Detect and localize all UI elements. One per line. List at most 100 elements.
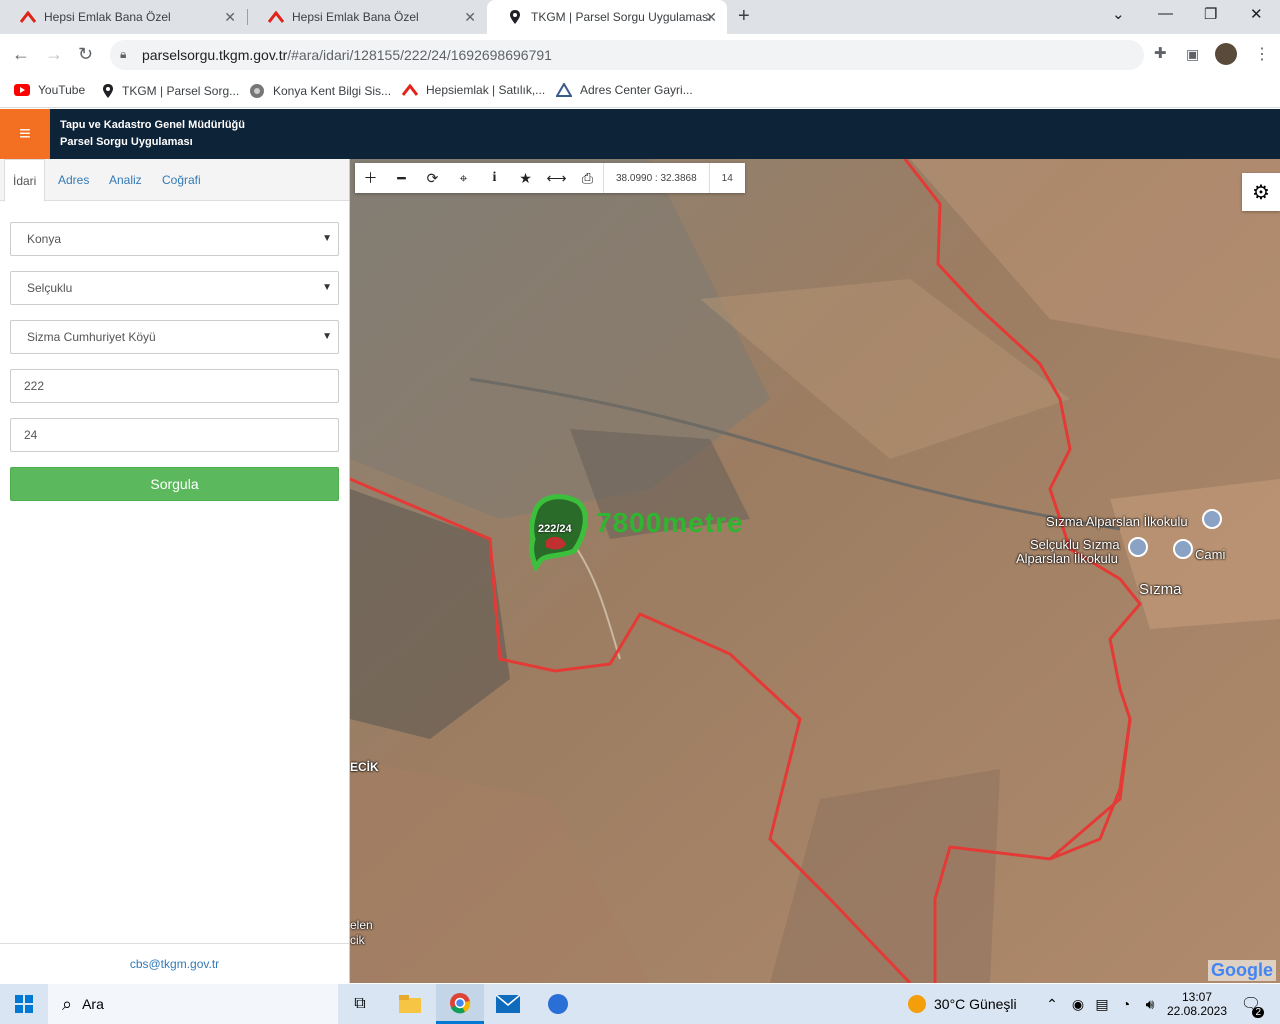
volume-icon[interactable]: 🔊︎ [1140, 984, 1160, 1024]
zoom-in-icon[interactable]: ＋ [355, 163, 386, 193]
hamburger-menu-icon[interactable]: ≡ [0, 109, 50, 159]
new-tab-icon[interactable]: + [738, 5, 750, 28]
app-header: ≡ Tapu ve Kadastro Genel Müdürlüğü Parse… [0, 109, 1280, 159]
reload-icon[interactable]: ↻ [78, 44, 93, 65]
weather-sun-icon [906, 984, 928, 1024]
browser-tab-2[interactable]: Hepsi Emlak Bana Özel ✕ [248, 0, 486, 34]
back-icon[interactable]: ← [12, 44, 30, 65]
close-window-icon[interactable]: ✕ [1250, 5, 1263, 23]
il-select[interactable]: Konya ▼ [10, 222, 339, 256]
chrome-icon[interactable] [436, 984, 484, 1024]
weather-text[interactable]: 30°C Güneşli [934, 984, 1034, 1024]
info-icon[interactable]: i [479, 163, 510, 193]
task-view-icon[interactable]: ⧉ [340, 984, 380, 1024]
location-pin-icon [102, 83, 114, 99]
location-pin-icon [507, 9, 523, 25]
mahalle-value: Sizma Cumhuriyet Köyü [27, 330, 156, 344]
app-title-line2: Parsel Sorgu Uygulaması [60, 136, 193, 148]
bookmark-label: YouTube [38, 83, 86, 97]
wifi-icon[interactable]: ◔ [1116, 984, 1136, 1024]
tab-adres[interactable]: Adres [50, 159, 97, 201]
watermark-text: 7800metre [596, 507, 744, 538]
tab-title: TKGM | Parsel Sorgu Uygulaması [531, 10, 712, 24]
close-tab-icon[interactable]: ✕ [224, 9, 236, 26]
gear-icon[interactable]: ⚙ [1242, 173, 1280, 211]
app-globe-icon[interactable] [536, 984, 580, 1024]
map-label-school1: Sızma Alparslan İlkokulu [1046, 514, 1188, 529]
footer-email-link[interactable]: cbs@tkgm.gov.tr [0, 943, 349, 983]
map-label-elen: elen [350, 918, 373, 932]
locate-icon[interactable]: ⌖ [448, 163, 479, 193]
extensions-icon[interactable]: ✚ [1154, 44, 1167, 62]
search-placeholder: Ara [82, 996, 104, 1012]
file-explorer-icon[interactable] [388, 984, 432, 1024]
close-tab-icon[interactable]: ✕ [464, 9, 476, 26]
zoom-level: 14 [708, 163, 745, 193]
lock-icon[interactable]: 🔒︎ [120, 47, 126, 62]
bookmark-hepsiemlak[interactable]: Hepsiemlak | Satılık,... [402, 83, 545, 97]
avatar[interactable] [1215, 43, 1237, 65]
parsel-input[interactable]: 24 [10, 418, 339, 452]
forward-icon[interactable]: → [45, 44, 63, 65]
browser-tab-3-active[interactable]: TKGM | Parsel Sorgu Uygulaması ✕ [487, 0, 727, 34]
tab-title: Hepsi Emlak Bana Özel [44, 10, 171, 24]
il-value: Konya [27, 232, 62, 246]
tab-cografi[interactable]: Coğrafi [154, 159, 209, 201]
measure-icon[interactable]: ⟷ [541, 163, 572, 193]
ilce-value: Selçuklu [27, 281, 73, 295]
tab-search-icon[interactable]: ⌄ [1112, 5, 1125, 23]
map-label-school2-line2: Alparslan İlkokulu [1016, 551, 1118, 566]
tray-record-icon[interactable]: ◉ [1068, 984, 1088, 1024]
map-label-ecik: ECİK [350, 760, 379, 774]
mahalle-select[interactable]: Sizma Cumhuriyet Köyü ▼ [10, 320, 339, 354]
bookmarks-bar: YouTube TKGM | Parsel Sorg... Konya Kent… [0, 76, 1280, 108]
map-terrain [350, 159, 1280, 983]
bookmark-label: TKGM | Parsel Sorg... [122, 84, 240, 98]
hepsiemlak-icon [402, 84, 418, 96]
minimize-icon[interactable]: — [1158, 5, 1173, 22]
bookmark-label: Adres Center Gayri... [580, 83, 693, 97]
menu-dots-icon[interactable]: ⋮ [1254, 44, 1270, 64]
zoom-out-icon[interactable]: ━ [386, 163, 417, 193]
ada-input[interactable]: 222 [10, 369, 339, 403]
close-tab-icon[interactable]: ✕ [705, 9, 717, 26]
clock[interactable]: 13:07 22.08.2023 [1162, 984, 1232, 1024]
browser-tab-1[interactable]: Hepsi Emlak Bana Özel ✕ [0, 0, 246, 34]
ilce-select[interactable]: Selçuklu ▼ [10, 271, 339, 305]
tab-title: Hepsi Emlak Bana Özel [292, 10, 419, 24]
bookmark-adres-center[interactable]: Adres Center Gayri... [556, 83, 693, 97]
print-icon[interactable]: ⎙ [572, 163, 603, 193]
coordinate-readout: 38.0990 : 32.3868 [603, 163, 709, 193]
tab-analiz[interactable]: Analiz [101, 159, 150, 201]
map-toolbar: ＋ ━ ⟳ ⌖ i ★ ⟷ ⎙ 38.0990 : 32.3868 14 [355, 163, 745, 193]
notification-icon[interactable]: 🗨︎ 2 [1236, 984, 1266, 1024]
restore-icon[interactable]: ❐ [1204, 5, 1217, 23]
refresh-icon[interactable]: ⟳ [417, 163, 448, 193]
sorgula-button[interactable]: Sorgula [10, 467, 339, 501]
bookmark-tkgm[interactable]: TKGM | Parsel Sorg... [102, 83, 239, 99]
map-label-school2-line1: Selçuklu Sızma [1030, 537, 1120, 552]
adres-center-icon [556, 83, 572, 97]
windows-taskbar: ⌕ Ara ⧉ 30°C Güneşli ⌃ ◉ ▤ ◔ 🔊︎ 13:07 22… [0, 984, 1280, 1024]
favorite-star-icon[interactable]: ★ [510, 163, 541, 193]
query-sidebar: İdari Adres Analiz Coğrafi Konya ▼ Selçu… [0, 159, 350, 983]
map-label-cami: Cami [1195, 547, 1226, 562]
youtube-icon [14, 84, 30, 96]
url-text[interactable]: parselsorgu.tkgm.gov.tr/#ara/idari/12815… [142, 47, 552, 63]
bookmark-konya[interactable]: Konya Kent Bilgi Sis... [249, 83, 391, 99]
app-title: Tapu ve Kadastro Genel Müdürlüğü Parsel … [60, 117, 245, 151]
satellite-map[interactable]: 222/24 7800metre Sızma Alparslan İlkokul… [350, 159, 1280, 983]
mail-icon[interactable] [486, 984, 530, 1024]
tray-chevron-icon[interactable]: ⌃ [1042, 984, 1062, 1024]
app-title-line1: Tapu ve Kadastro Genel Müdürlüğü [60, 119, 245, 131]
bookmark-label: Konya Kent Bilgi Sis... [273, 84, 392, 98]
bookmark-label: Hepsiemlak | Satılık,... [426, 83, 546, 97]
tab-idari[interactable]: İdari [4, 159, 46, 202]
parcel-label: 222/24 [538, 523, 572, 535]
bookmark-youtube[interactable]: YouTube [14, 83, 85, 97]
windows-start-icon[interactable] [0, 984, 48, 1024]
chevron-down-icon: ▼ [322, 233, 332, 244]
side-panel-icon[interactable]: ▣ [1186, 46, 1199, 63]
taskbar-search[interactable]: ⌕ Ara [48, 984, 338, 1024]
tray-device-icon[interactable]: ▤ [1092, 984, 1112, 1024]
